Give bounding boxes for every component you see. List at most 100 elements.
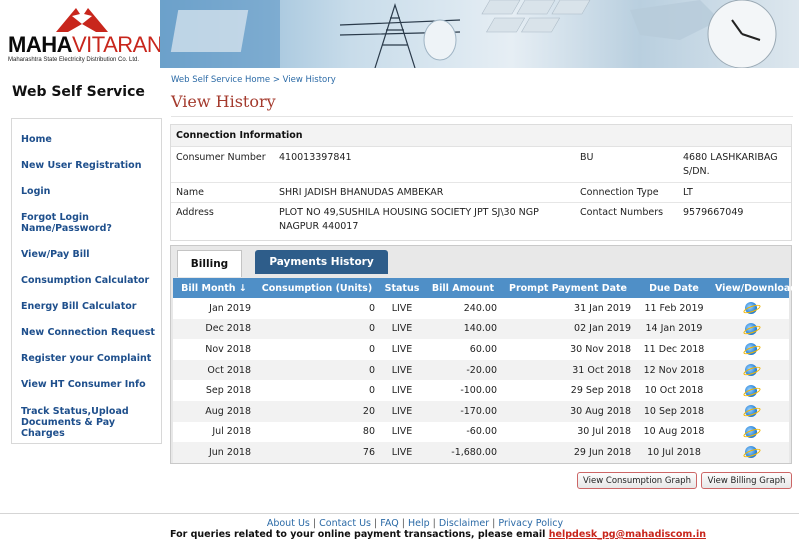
view-download-cell: [713, 442, 789, 463]
view-consumption-graph-button[interactable]: View Consumption Graph: [577, 472, 697, 489]
breadcrumb: Web Self Service Home > View History: [171, 75, 336, 85]
consumption-cell: 20: [255, 400, 379, 422]
ie-globe-icon[interactable]: [745, 384, 757, 397]
table-row: Dec 2018 0 LIVE 140.00 02 Jan 2019 14 Ja…: [173, 318, 789, 340]
due-date-cell: 10 Jul 2018: [635, 442, 713, 463]
footer-link-contact-us[interactable]: Contact Us: [319, 518, 371, 529]
bill-amount-cell: -100.00: [425, 380, 501, 401]
connection-info-panel: Connection Information Consumer Number 4…: [170, 124, 792, 241]
view-download-cell: [713, 380, 789, 401]
sidebar-item-forgot-login[interactable]: Forgot Login Name/Password?: [21, 212, 112, 234]
bill-amount-cell: -20.00: [425, 359, 501, 381]
bill-amount-cell: -170.00: [425, 400, 501, 422]
consumer-number-label: Consumer Number: [176, 152, 266, 163]
sidebar-item-new-user-registration[interactable]: New User Registration: [21, 160, 141, 171]
view-download-cell: [713, 421, 789, 443]
status-cell: LIVE: [379, 421, 425, 443]
sidebar-item-home[interactable]: Home: [21, 134, 52, 145]
prompt-payment-date-cell: 29 Jun 2018: [501, 442, 635, 463]
contact-numbers-label: Contact Numbers: [580, 207, 664, 218]
site-header: MAHAVITARAN Maharashtra State Electricit…: [0, 0, 799, 68]
prompt-payment-date-cell: 30 Jul 2018: [501, 421, 635, 443]
bill-month-cell: Nov 2018: [173, 339, 255, 360]
view-billing-graph-button[interactable]: View Billing Graph: [701, 472, 792, 489]
footer-note-text: For queries related to your online payme…: [170, 529, 546, 540]
sidebar-item-track-status[interactable]: Track Status,Upload Documents & Pay Char…: [21, 406, 161, 439]
footer-link-about-us[interactable]: About Us: [267, 518, 310, 529]
ie-globe-icon[interactable]: [745, 405, 757, 418]
tab-billing[interactable]: Billing: [177, 250, 242, 277]
ie-globe-icon[interactable]: [745, 425, 757, 438]
footer-link-faq[interactable]: FAQ: [380, 518, 398, 529]
footer-separator: |: [401, 518, 405, 529]
column-header-prompt-payment-date: Prompt Payment Date: [501, 278, 635, 298]
lightning-logo-icon: [56, 8, 108, 32]
bill-month-cell: Dec 2018: [173, 318, 255, 340]
breadcrumb-home-link[interactable]: Web Self Service Home: [171, 75, 270, 85]
brand-subtitle: Maharashtra State Electricity Distributi…: [8, 57, 140, 63]
tab-payments-history[interactable]: Payments History: [255, 250, 388, 274]
consumption-cell: 0: [255, 339, 379, 360]
table-row: Nov 2018 0 LIVE 60.00 30 Nov 2018 11 Dec…: [173, 339, 789, 360]
sidebar-item-view-ht-consumer-info[interactable]: View HT Consumer Info: [21, 379, 146, 390]
footer-link-privacy-policy[interactable]: Privacy Policy: [498, 518, 563, 529]
bill-amount-cell: 240.00: [425, 298, 501, 319]
ie-globe-icon[interactable]: [745, 343, 757, 356]
footer-link-help[interactable]: Help: [408, 518, 430, 529]
status-cell: LIVE: [379, 359, 425, 381]
column-header-status: Status: [379, 278, 425, 298]
ie-globe-icon[interactable]: [745, 364, 757, 377]
sidebar-item-view-pay-bill[interactable]: View/Pay Bill: [21, 249, 89, 260]
brand-logo[interactable]: MAHAVITARAN Maharashtra State Electricit…: [0, 0, 163, 68]
sidebar-item-consumption-calculator[interactable]: Consumption Calculator: [21, 275, 149, 286]
consumer-number-value: 410013397841: [279, 152, 352, 163]
sidebar-item-register-complaint[interactable]: Register your Complaint: [21, 353, 151, 364]
contact-numbers-value: 9579667049: [683, 207, 744, 218]
due-date-cell: 11 Dec 2018: [635, 339, 713, 360]
due-date-cell: 10 Sep 2018: [635, 400, 713, 422]
view-download-cell: [713, 400, 789, 422]
table-row: Sep 2018 0 LIVE -100.00 29 Sep 2018 10 O…: [173, 380, 789, 401]
prompt-payment-date-cell: 31 Jan 2019: [501, 298, 635, 319]
sidebar-item-login[interactable]: Login: [21, 186, 50, 197]
connection-info-heading: Connection Information: [171, 125, 791, 147]
app-title: Web Self Service: [12, 84, 145, 100]
table-row: Oct 2018 0 LIVE -20.00 31 Oct 2018 12 No…: [173, 359, 789, 381]
footer-link-disclaimer[interactable]: Disclaimer: [439, 518, 489, 529]
footer-payment-note: For queries related to your online payme…: [170, 529, 706, 540]
prompt-payment-date-cell: 02 Jan 2019: [501, 318, 635, 340]
row-divider: [171, 182, 791, 183]
footer-separator: |: [492, 518, 496, 529]
status-cell: LIVE: [379, 400, 425, 422]
breadcrumb-separator: >: [272, 75, 280, 85]
row-divider: [171, 202, 791, 203]
breadcrumb-current[interactable]: View History: [283, 75, 336, 85]
status-cell: LIVE: [379, 380, 425, 401]
sidebar-item-new-connection-request[interactable]: New Connection Request: [21, 327, 155, 338]
bill-month-cell: Jul 2018: [173, 421, 255, 443]
ie-globe-icon[interactable]: [745, 302, 757, 315]
bill-amount-cell: -1,680.00: [425, 442, 501, 463]
ie-globe-icon[interactable]: [745, 446, 757, 459]
bill-history-table: Bill Month ↓ Consumption (Units) Status …: [173, 278, 797, 463]
footer-separator: |: [312, 518, 317, 529]
title-divider: [171, 116, 793, 117]
sidebar-item-energy-bill-calculator[interactable]: Energy Bill Calculator: [21, 301, 136, 312]
column-header-bill-month[interactable]: Bill Month ↓: [173, 278, 255, 298]
connection-type-label: Connection Type: [580, 187, 659, 198]
footer-links: About Us | Contact Us | FAQ | Help | Dis…: [0, 518, 799, 529]
consumption-cell: 0: [255, 380, 379, 401]
view-download-cell: [713, 298, 789, 319]
column-header-consumption: Consumption (Units): [255, 278, 379, 298]
view-download-cell: [713, 359, 789, 381]
column-header-due-date: Due Date: [635, 278, 713, 298]
ie-globe-icon[interactable]: [745, 322, 757, 335]
bill-amount-cell: 60.00: [425, 339, 501, 360]
footer-helpdesk-email-link[interactable]: helpdesk_pg@mahadiscom.in: [549, 529, 706, 540]
column-header-view-download: View/Download: [713, 278, 797, 298]
consumption-cell: 0: [255, 359, 379, 381]
status-cell: LIVE: [379, 339, 425, 360]
banner-illustration: [160, 0, 777, 68]
billing-panel: Billing Payments History Bill Month ↓ Co…: [170, 245, 797, 464]
due-date-cell: 14 Jan 2019: [635, 318, 713, 340]
